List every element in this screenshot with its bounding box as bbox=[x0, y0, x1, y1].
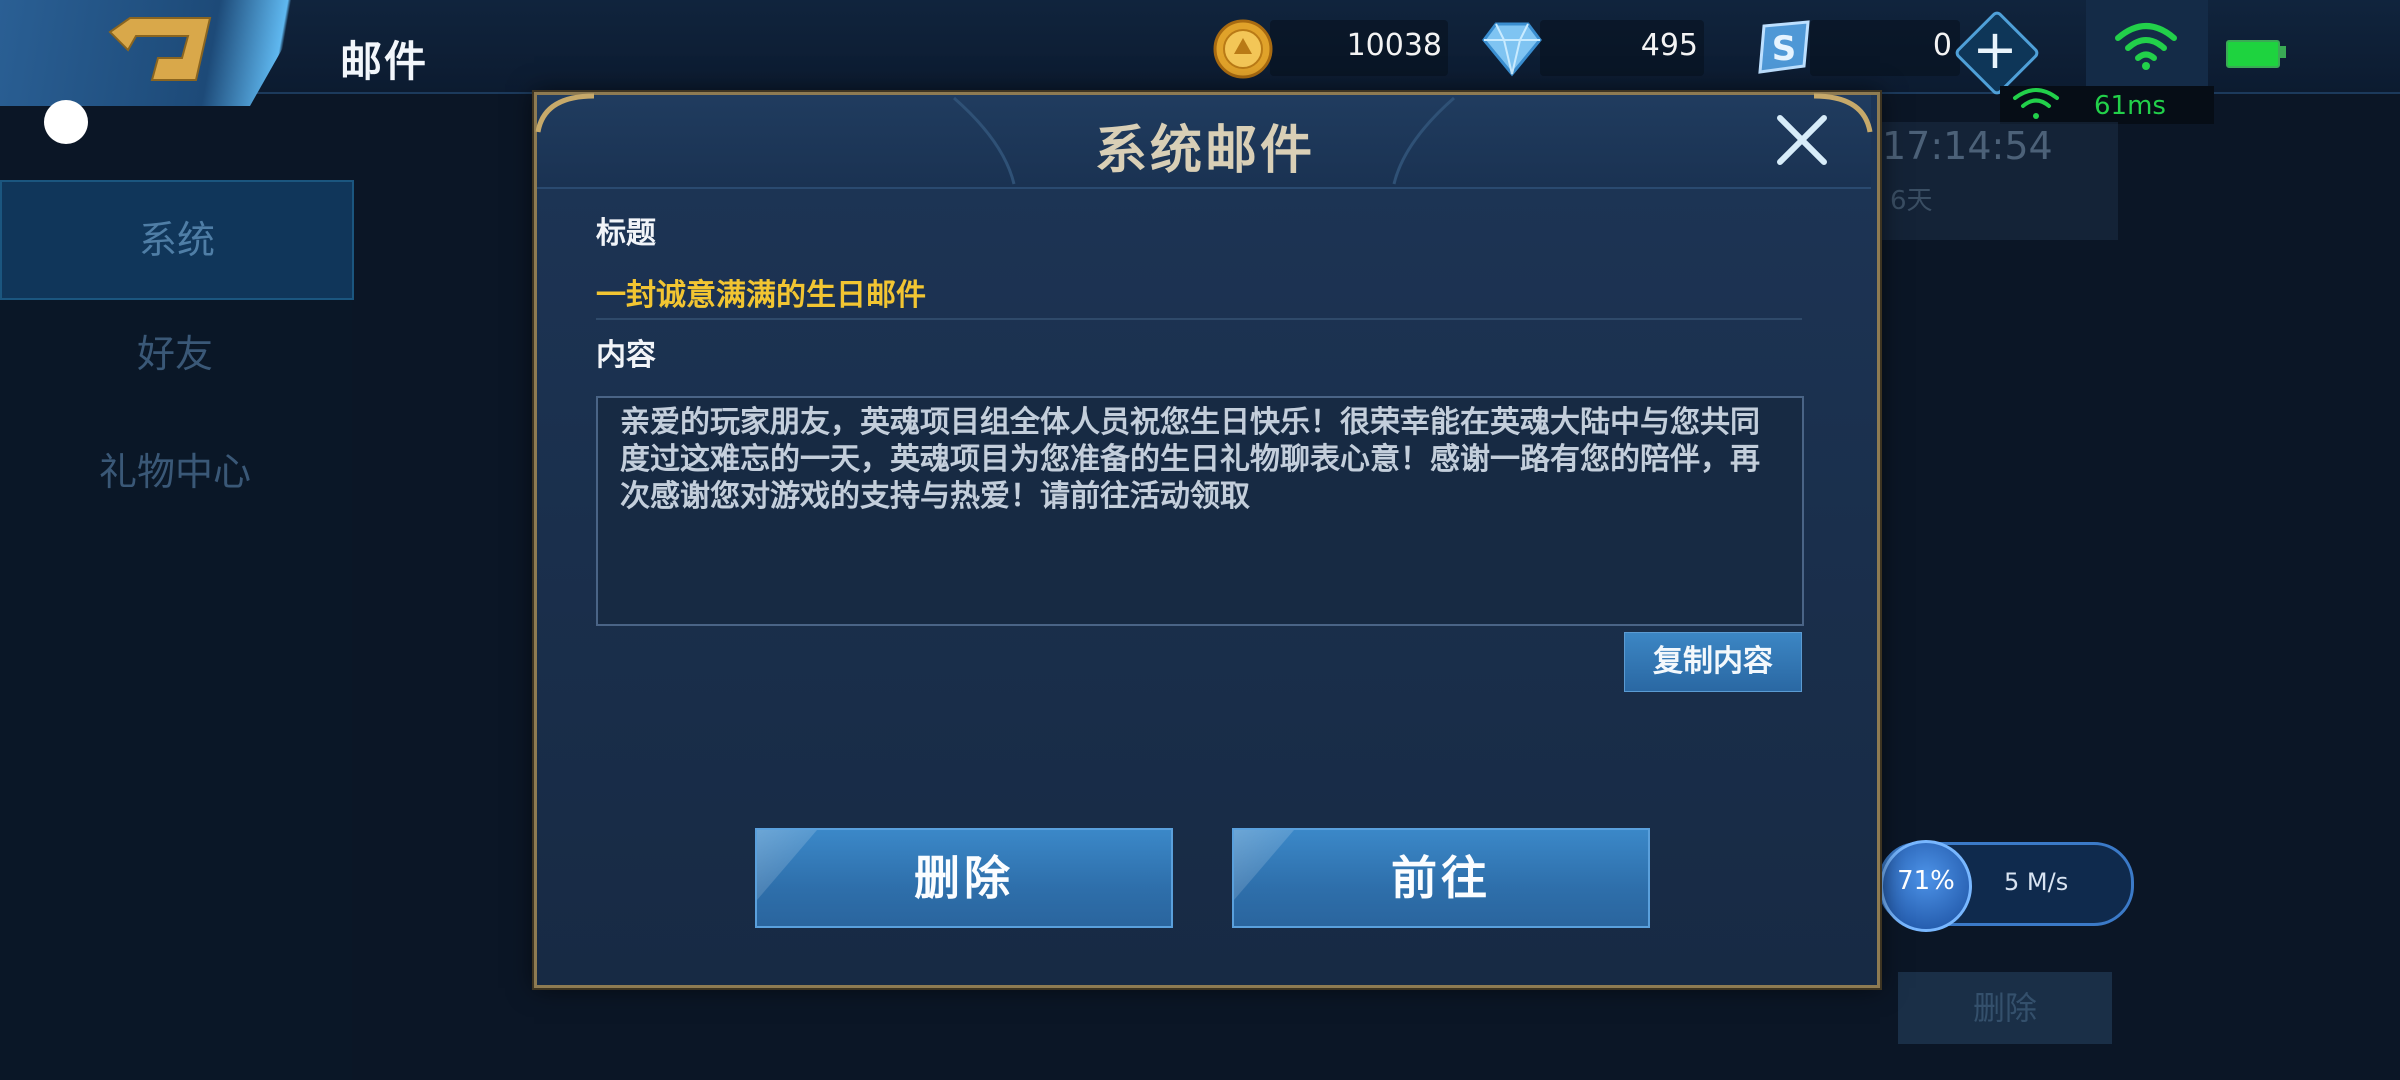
mail-time: 17:14:54 bbox=[1882, 124, 2053, 168]
goto-button[interactable]: 前往 bbox=[1232, 828, 1650, 928]
diamond-icon bbox=[1482, 22, 1542, 77]
content-label: 内容 bbox=[596, 338, 656, 373]
sidebar-item-gift-center[interactable]: 礼物中心 bbox=[0, 414, 350, 530]
subject-label: 标题 bbox=[596, 216, 656, 251]
gold-amount: 10038 bbox=[1346, 28, 1442, 63]
floating-touch-dot[interactable] bbox=[44, 100, 88, 144]
sidebar-item-system[interactable]: 系统 bbox=[0, 180, 354, 300]
sidebar-item-friends[interactable]: 好友 bbox=[0, 296, 350, 412]
screen-title: 邮件 bbox=[340, 37, 429, 86]
plus-icon: + bbox=[1972, 18, 2018, 81]
download-percent: 71% bbox=[1897, 866, 1955, 896]
ping-value: 61ms bbox=[2094, 91, 2166, 121]
copy-content-button[interactable]: 复制内容 bbox=[1624, 632, 1802, 692]
battery-icon bbox=[2226, 40, 2280, 68]
svg-text:S: S bbox=[1772, 29, 1797, 69]
divider bbox=[596, 318, 1802, 320]
s-token-icon: S bbox=[1758, 20, 1810, 74]
gold-coin-icon bbox=[1213, 19, 1273, 79]
dialog-title: 系统邮件 bbox=[1094, 121, 1315, 181]
background-delete-button[interactable]: 删除 bbox=[1898, 972, 2112, 1044]
close-icon[interactable] bbox=[1772, 110, 1832, 170]
back-arrow-icon bbox=[108, 17, 212, 81]
battery-tip bbox=[2280, 46, 2286, 58]
mail-subject: 一封诚意满满的生日邮件 bbox=[596, 278, 926, 313]
diamond-amount: 495 bbox=[1640, 28, 1698, 63]
token-amount: 0 bbox=[1932, 28, 1952, 63]
wifi-icon bbox=[2115, 23, 2177, 70]
mail-expire-days: 6天 bbox=[1890, 186, 1933, 216]
delete-mail-button[interactable]: 删除 bbox=[755, 828, 1173, 928]
mail-content-text: 亲爱的玩家朋友，英魂项目组全体人员祝您生日快乐！很荣幸能在英魂大陆中与您共同度过… bbox=[620, 405, 1760, 514]
download-rate: 5 M/s bbox=[2004, 868, 2069, 896]
ping-wifi-icon bbox=[2013, 88, 2059, 119]
